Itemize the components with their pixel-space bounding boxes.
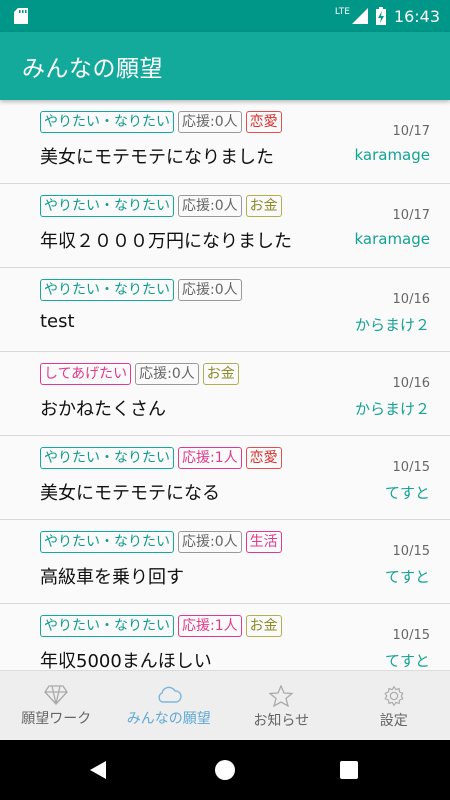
list-item[interactable]: やりたい・なりたい 応援:0人 10/16 test からまけ２ (0, 268, 450, 352)
wish-title: test (40, 311, 75, 332)
nav-everyone-wishes[interactable]: みんなの願望 (113, 671, 226, 741)
post-date: 10/15 (392, 544, 430, 559)
author-name[interactable]: てすと (385, 482, 430, 503)
star-icon (269, 685, 294, 707)
wish-title: 年収5000まんほしい (40, 651, 212, 670)
support-count-tag: 応援:0人 (178, 531, 242, 553)
list-item[interactable]: してあげたい 応援:0人 お金 10/16 おかねたくさん からまけ２ (0, 352, 450, 436)
author-name[interactable]: てすと (385, 566, 430, 587)
post-date: 10/17 (392, 208, 430, 223)
category-tag: やりたい・なりたい (40, 615, 174, 637)
post-date: 10/16 (392, 292, 430, 307)
network-label: LTE (334, 7, 350, 17)
battery-charging-icon (375, 7, 386, 25)
genre-tag: お金 (245, 615, 282, 637)
wish-title: 美女にモテモテになる (40, 483, 220, 504)
author-name[interactable]: からまけ２ (355, 314, 430, 335)
category-tag: やりたい・なりたい (40, 531, 174, 553)
post-date: 10/15 (392, 460, 430, 475)
list-item[interactable]: やりたい・なりたい 応援:0人 お金 10/17 年収２０００万円になりました … (0, 184, 450, 268)
author-name[interactable]: karamage (354, 230, 430, 248)
wish-title: おかねたくさん (40, 399, 166, 420)
home-icon[interactable] (215, 760, 235, 780)
wish-list[interactable]: やりたい・なりたい 応援:0人 恋愛 10/17 美女にモテモテになりました k… (0, 100, 450, 670)
support-count-tag: 応援:0人 (178, 195, 242, 217)
list-item[interactable]: やりたい・なりたい 応援:1人 恋愛 10/15 美女にモテモテになる てすと (0, 436, 450, 520)
category-tag: やりたい・なりたい (40, 195, 174, 217)
nav-wish-work[interactable]: 願望ワーク (0, 671, 113, 741)
signal-icon (351, 8, 368, 24)
sd-card-icon (14, 8, 28, 24)
nav-label: 設定 (379, 713, 408, 729)
wish-title: 美女にモテモテになりました (40, 147, 274, 168)
back-icon[interactable] (88, 760, 108, 780)
nav-label: お知らせ (253, 713, 310, 729)
category-tag: やりたい・なりたい (40, 111, 174, 133)
author-name[interactable]: てすと (385, 650, 430, 670)
list-item[interactable]: やりたい・なりたい 応援:0人 生活 10/15 高級車を乗り回す てすと (0, 520, 450, 604)
genre-tag: 恋愛 (245, 111, 282, 133)
tag-group: してあげたい 応援:0人 お金 (40, 363, 239, 385)
genre-tag: 生活 (245, 531, 282, 553)
bottom-navigation: 願望ワーク みんなの願望 お知らせ 設定 (0, 670, 450, 741)
tag-group: やりたい・なりたい 応援:0人 生活 (40, 531, 282, 553)
tag-group: やりたい・なりたい 応援:1人 恋愛 (40, 447, 282, 469)
nav-label: みんなの願望 (126, 711, 211, 727)
support-count-tag: 応援:0人 (178, 279, 242, 301)
support-count-tag: 応援:0人 (178, 111, 242, 133)
tag-group: やりたい・なりたい 応援:0人 お金 (40, 195, 282, 217)
category-tag: やりたい・なりたい (40, 447, 174, 469)
category-tag: してあげたい (40, 363, 132, 385)
recent-apps-icon[interactable] (340, 761, 358, 779)
support-count-tag: 応援:0人 (135, 363, 199, 385)
nav-label: 願望ワーク (21, 711, 92, 727)
category-tag: やりたい・なりたい (40, 279, 174, 301)
status-bar: LTE 16:43 (0, 0, 450, 32)
author-name[interactable]: からまけ２ (355, 398, 430, 419)
support-count-tag: 応援:1人 (178, 615, 242, 637)
wish-title: 年収２０００万円になりました (40, 231, 292, 252)
gear-icon (384, 685, 404, 707)
list-item[interactable]: やりたい・なりたい 応援:1人 お金 10/15 年収5000まんほしい てすと (0, 604, 450, 670)
author-name[interactable]: karamage (354, 146, 430, 164)
genre-tag: 恋愛 (245, 447, 282, 469)
page-title: みんなの願望 (22, 56, 163, 82)
genre-tag: お金 (245, 195, 282, 217)
clock: 16:43 (393, 6, 440, 26)
support-count-tag: 応援:1人 (178, 447, 242, 469)
nav-notifications[interactable]: お知らせ (225, 671, 338, 741)
list-item[interactable]: やりたい・なりたい 応援:0人 恋愛 10/17 美女にモテモテになりました k… (0, 100, 450, 184)
cloud-icon (158, 686, 182, 703)
tag-group: やりたい・なりたい 応援:0人 (40, 279, 242, 301)
app-bar: みんなの願望 (0, 32, 450, 100)
post-date: 10/16 (392, 376, 430, 391)
tag-group: やりたい・なりたい 応援:1人 お金 (40, 615, 282, 637)
diamond-icon (44, 685, 69, 705)
nav-settings[interactable]: 設定 (338, 671, 450, 741)
system-nav-bar (0, 740, 450, 800)
post-date: 10/15 (392, 628, 430, 643)
wish-title: 高級車を乗り回す (40, 567, 184, 588)
tag-group: やりたい・なりたい 応援:0人 恋愛 (40, 111, 282, 133)
post-date: 10/17 (392, 124, 430, 139)
genre-tag: お金 (202, 363, 239, 385)
